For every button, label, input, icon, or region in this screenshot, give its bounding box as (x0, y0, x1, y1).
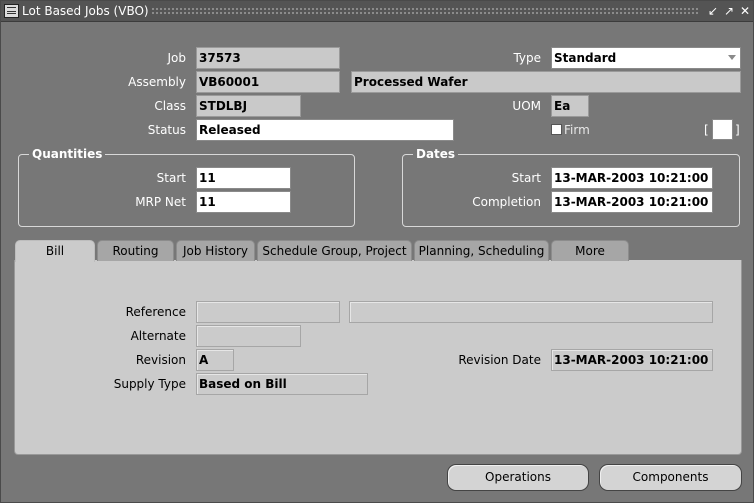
tab-more[interactable]: More (551, 240, 629, 261)
quantities-group (18, 154, 355, 227)
window-title: Lot Based Jobs (VBO) (22, 4, 149, 18)
completion-label: Completion (472, 195, 541, 209)
minimize-icon[interactable]: ↙ (706, 3, 720, 19)
status-label: Status (147, 123, 186, 137)
lot-based-jobs-window: Lot Based Jobs (VBO) ↙ ↗ ✕ Job 37573 Ass… (0, 0, 754, 503)
date-start-label: Start (511, 171, 541, 185)
descriptive-flexfield[interactable] (712, 119, 733, 140)
supply-type-field[interactable]: Based on Bill (196, 373, 368, 395)
close-icon[interactable]: ✕ (738, 3, 752, 19)
form-icon (4, 4, 19, 18)
firm-checkbox[interactable] (551, 124, 562, 135)
revision-date-label: Revision Date (458, 353, 541, 367)
tab-schedule-group-project[interactable]: Schedule Group, Project (257, 240, 412, 261)
uom-field[interactable]: Ea (551, 95, 589, 117)
class-field[interactable]: STDLBJ (196, 95, 301, 117)
assembly-description-field[interactable]: Processed Wafer (351, 71, 741, 93)
type-select[interactable]: Standard (551, 47, 741, 69)
tab-bill[interactable]: Bill (15, 240, 95, 262)
quantity-start-field[interactable]: 11 (196, 167, 291, 189)
firm-label: Firm (564, 123, 590, 137)
date-start-field[interactable]: 13-MAR-2003 10:21:00 (551, 167, 713, 189)
mrp-net-field[interactable]: 11 (196, 191, 291, 213)
completion-field[interactable]: 13-MAR-2003 10:21:00 (551, 191, 713, 213)
uom-label: UOM (512, 99, 541, 113)
class-label: Class (154, 99, 186, 113)
type-label: Type (513, 51, 541, 65)
title-bar[interactable]: Lot Based Jobs (VBO) ↙ ↗ ✕ (1, 1, 753, 22)
flexfield-bracket-right: ] (735, 123, 740, 137)
maximize-icon[interactable]: ↗ (722, 3, 736, 19)
quantities-title: Quantities (29, 147, 106, 161)
tab-routing[interactable]: Routing (97, 240, 174, 261)
reference-description-field[interactable] (349, 301, 713, 323)
supply-type-label: Supply Type (113, 377, 186, 391)
alternate-field[interactable] (196, 325, 301, 347)
title-grip (151, 7, 699, 16)
revision-label: Revision (135, 353, 186, 367)
reference-field[interactable] (196, 301, 340, 323)
type-value: Standard (554, 51, 617, 65)
mrp-net-label: MRP Net (135, 195, 186, 209)
chevron-down-icon[interactable] (728, 55, 736, 60)
job-field[interactable]: 37573 (196, 47, 340, 69)
revision-field[interactable]: A (196, 349, 234, 371)
revision-date-field[interactable]: 13-MAR-2003 10:21:00 (551, 349, 713, 371)
status-field[interactable]: Released (196, 119, 454, 141)
job-label: Job (167, 51, 187, 65)
alternate-label: Alternate (130, 329, 186, 343)
dates-title: Dates (413, 147, 459, 161)
tab-planning-scheduling[interactable]: Planning, Scheduling (414, 240, 549, 261)
flexfield-bracket-left: [ (704, 123, 709, 137)
assembly-field[interactable]: VB60001 (196, 71, 340, 93)
operations-button[interactable]: Operations (447, 464, 589, 491)
components-button[interactable]: Components (599, 464, 742, 491)
reference-label: Reference (125, 305, 186, 319)
quantity-start-label: Start (156, 171, 186, 185)
assembly-label: Assembly (128, 75, 186, 89)
tab-job-history[interactable]: Job History (176, 240, 255, 261)
